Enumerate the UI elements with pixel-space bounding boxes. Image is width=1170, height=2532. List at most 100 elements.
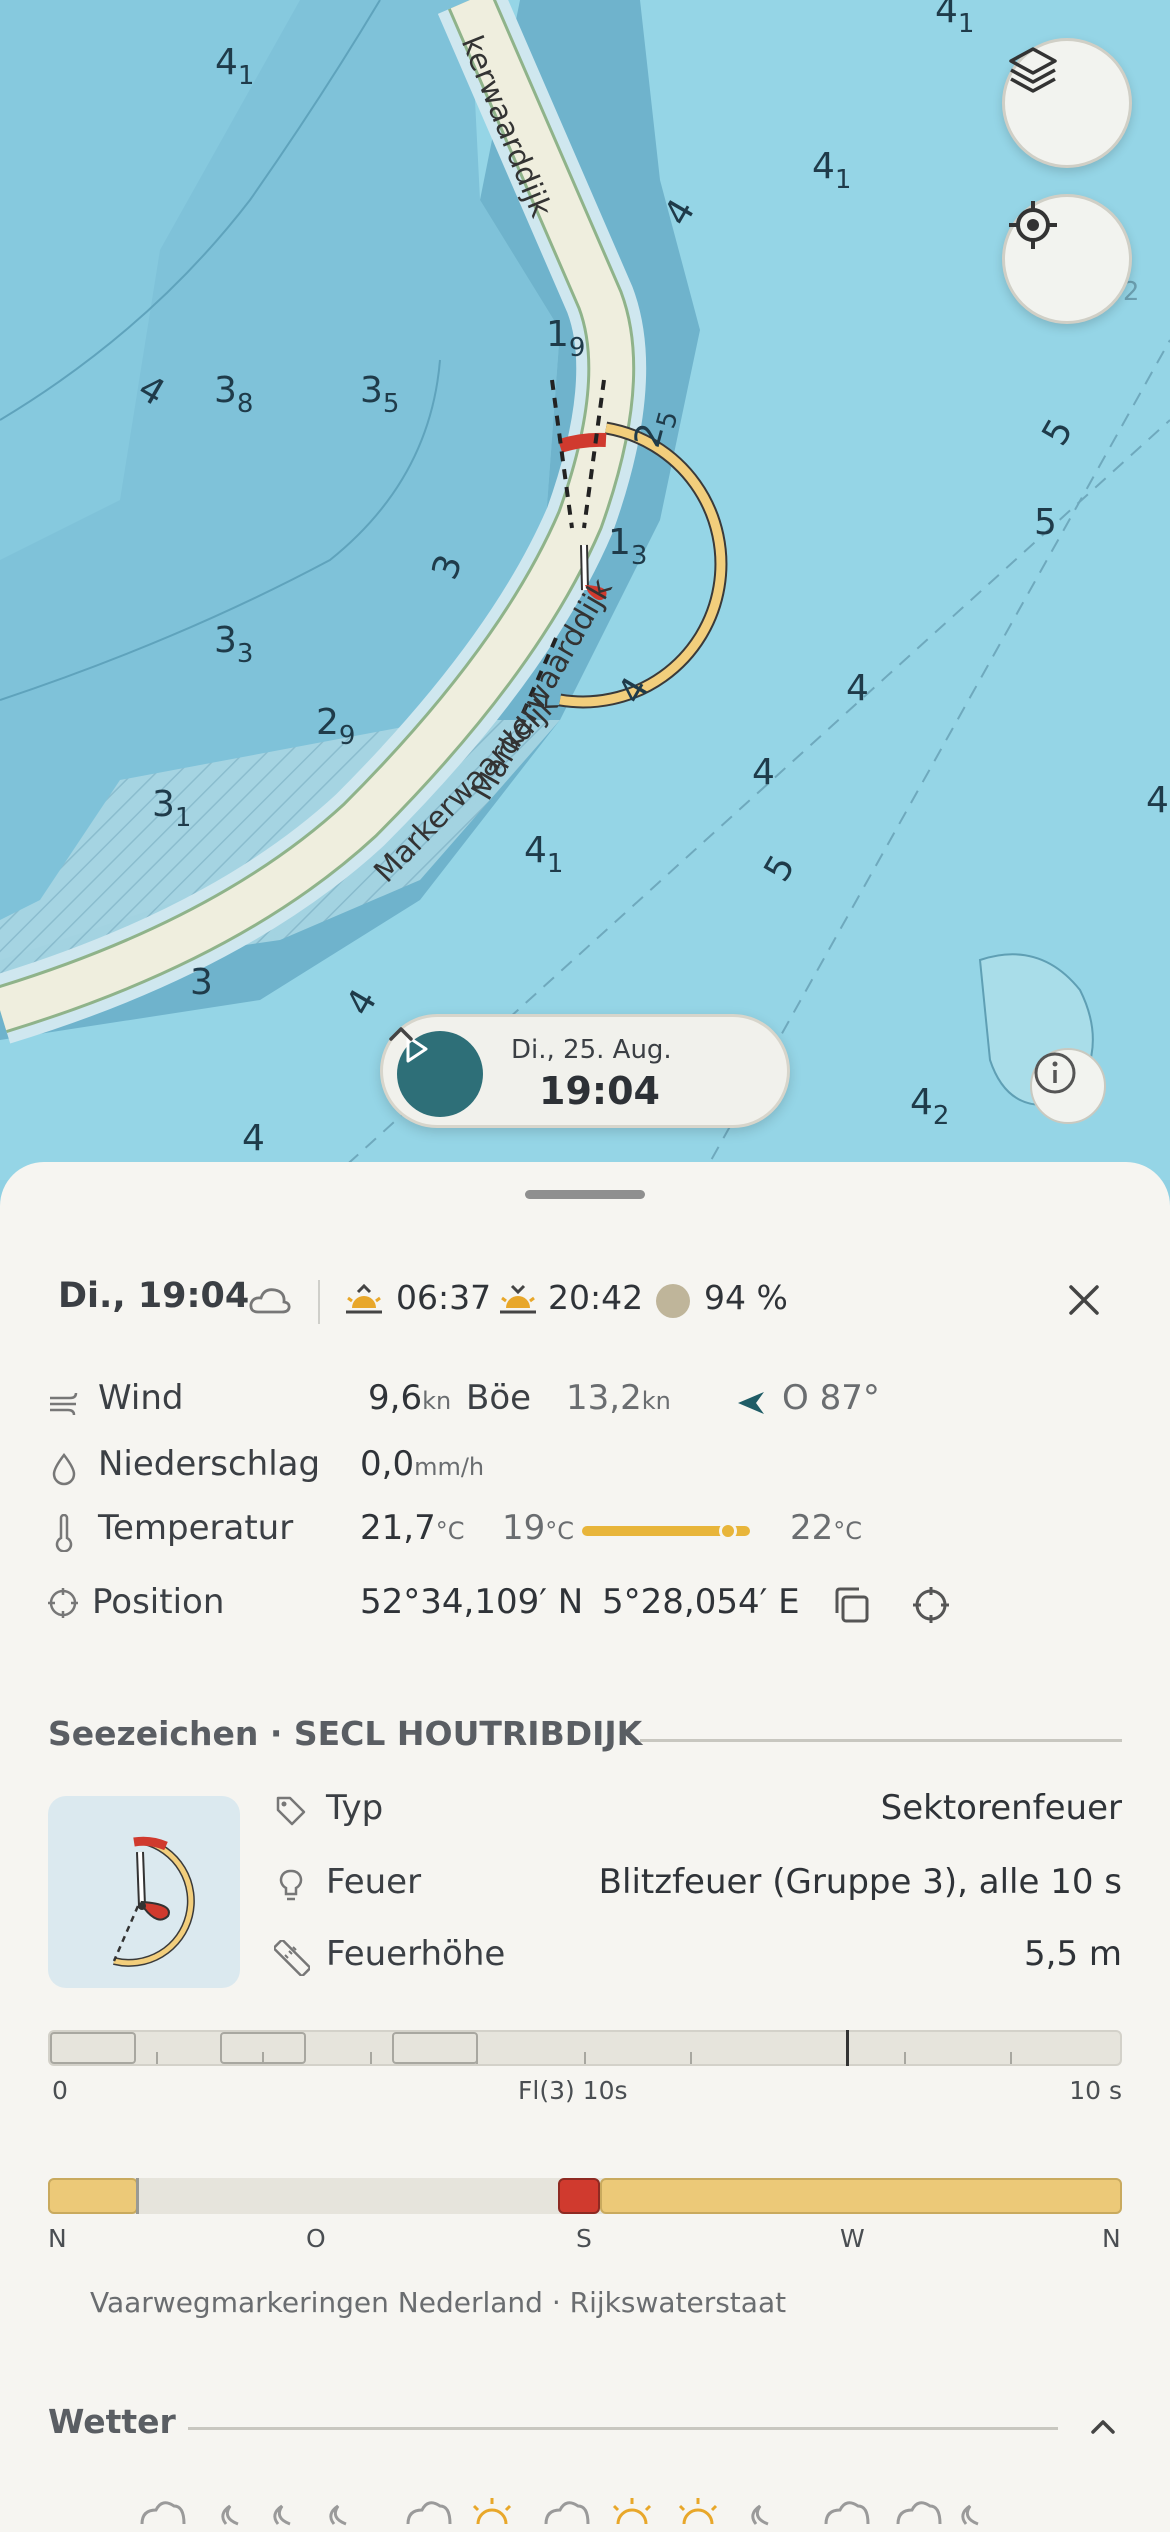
bulb-icon — [279, 1869, 303, 1901]
depth-sounding: 19 — [546, 314, 586, 363]
sunrise-time: 06:37 — [396, 1278, 492, 1317]
sector-axis-label: N — [1102, 2224, 1121, 2253]
depth-sounding: 13 — [608, 522, 648, 571]
thermometer-icon — [55, 1514, 73, 1552]
wind-label: Wind — [98, 1378, 184, 1418]
seamark-row-label: Typ — [326, 1788, 384, 1828]
depth-sounding: 41 — [812, 146, 852, 195]
moon-illumination: 94 % — [704, 1278, 788, 1317]
sector-light-icon — [112, 1836, 195, 1967]
crosshair-icon — [1009, 201, 1057, 249]
sheet-drag-handle[interactable] — [525, 1190, 645, 1199]
temp-value: 21,7°C — [360, 1508, 465, 1548]
locate-button[interactable] — [1002, 194, 1132, 324]
depth-sounding: 3 — [190, 962, 213, 1003]
temp-label: Temperatur — [98, 1508, 294, 1548]
depth-sounding: 42 — [910, 1082, 950, 1131]
gust-label: Böe — [466, 1378, 532, 1418]
moon-icon — [656, 1284, 690, 1318]
cloud-icon — [249, 1288, 291, 1314]
sector-axis-label: W — [840, 2224, 865, 2253]
depth-sounding: 38 — [214, 370, 254, 419]
selected-time: 19:04 — [539, 1069, 660, 1113]
details-sheet: Di., 19:04 06:37 20:42 94 % Wind 9,6kn B… — [0, 1162, 1170, 2532]
sector-axis-label: O — [306, 2224, 326, 2253]
copy-icon[interactable] — [830, 1584, 872, 1626]
seamark-row-label: Feuer — [326, 1862, 422, 1902]
period-axis-start: 0 — [52, 2076, 68, 2105]
period-tick — [904, 2052, 906, 2064]
sunrise-icon — [346, 1283, 382, 1314]
sector-boundary — [136, 2178, 139, 2214]
depth-sounding: 5 — [1034, 502, 1057, 543]
seamark-row-value: Sektorenfeuer — [880, 1788, 1122, 1828]
current-temp-marker — [719, 1522, 738, 1540]
depth-sounding: 4 — [846, 668, 869, 709]
flash-segment — [392, 2032, 478, 2064]
current-time-cursor — [846, 2030, 849, 2066]
period-tick — [1010, 2052, 1012, 2064]
period-tick — [584, 2052, 586, 2064]
period-tick — [262, 2052, 264, 2064]
light-period-bar — [48, 2030, 1122, 2066]
seamark-row-value: Blitzfeuer (Gruppe 3), alle 10 s — [598, 1862, 1122, 1902]
wind-speed: 9,6kn — [368, 1378, 452, 1418]
chevron-up-icon[interactable] — [1086, 2410, 1120, 2444]
sector-white — [48, 2178, 138, 2214]
depth-sounding: 35 — [360, 370, 400, 419]
depth-sounding: 41 — [935, 0, 975, 39]
depth-sounding: 33 — [214, 620, 254, 669]
close-icon[interactable] — [1066, 1282, 1102, 1318]
position-label: Position — [92, 1582, 225, 1622]
chevron-up-icon[interactable] — [383, 1017, 419, 1053]
section-divider — [640, 1739, 1122, 1742]
center-on-position-icon[interactable] — [910, 1584, 952, 1626]
longitude: 5°28,054′ E — [602, 1582, 800, 1622]
depth-sounding: 4 — [752, 752, 775, 793]
info-icon — [1034, 1052, 1076, 1094]
depth-sounding: 41 — [215, 42, 255, 91]
section-divider — [188, 2427, 1058, 2430]
wind-icon — [50, 1392, 78, 1416]
wind-direction: O 87° — [782, 1378, 880, 1418]
depth-sounding: 29 — [316, 702, 356, 751]
period-tick — [156, 2052, 158, 2064]
sunset-icon — [500, 1284, 536, 1314]
wind-direction-arrow-icon — [738, 1392, 764, 1414]
sector-white — [600, 2178, 1122, 2214]
seamark-row-value: 5,5 m — [1024, 1934, 1122, 1974]
layers-button[interactable] — [1002, 38, 1132, 168]
gust-speed: 13,2kn — [566, 1378, 671, 1418]
depth-sounding: 4 — [242, 1118, 265, 1159]
depth-sounding: 41 — [524, 830, 564, 879]
info-button[interactable] — [1030, 1048, 1106, 1124]
sector-light-thumbnail — [48, 1796, 240, 1988]
time-selector[interactable]: Di., 25. Aug. 19:04 — [380, 1014, 790, 1128]
depth-sounding: 4 — [1146, 780, 1169, 821]
period-tick — [690, 2052, 692, 2064]
sector-axis-label: N — [48, 2224, 67, 2253]
sector-bar — [48, 2178, 1122, 2214]
temp-max: 22°C — [790, 1508, 863, 1548]
period-tick — [476, 2052, 478, 2064]
ruler-icon — [274, 1940, 310, 1976]
temp-min: 19°C — [502, 1508, 575, 1548]
precip-value: 0,0mm/h — [360, 1444, 485, 1484]
precip-label: Niederschlag — [98, 1444, 321, 1484]
hourly-weather-icons — [140, 2498, 979, 2526]
sector-axis-label: S — [576, 2224, 592, 2253]
depth-sounding: 31 — [152, 784, 192, 833]
period-axis-end: 10 s — [1069, 2076, 1122, 2105]
divider — [318, 1280, 320, 1324]
position-icon — [48, 1588, 78, 1618]
map[interactable]: 41 41 41 4 19 4 38 35 25 5 5 42 13 3 33 … — [0, 0, 1170, 1180]
flash-segment — [50, 2032, 136, 2064]
sector-red — [558, 2178, 600, 2214]
layers-icon — [1009, 47, 1057, 93]
tag-icon — [276, 1796, 306, 1826]
seamark-section-title: Seezeichen · SECL HOUTRIBDIJK — [48, 1714, 643, 1753]
weather-section-title: Wetter — [48, 2402, 176, 2441]
temp-range-bar — [582, 1522, 750, 1540]
selected-date: Di., 25. Aug. — [511, 1035, 672, 1065]
sunset-time: 20:42 — [548, 1278, 644, 1317]
